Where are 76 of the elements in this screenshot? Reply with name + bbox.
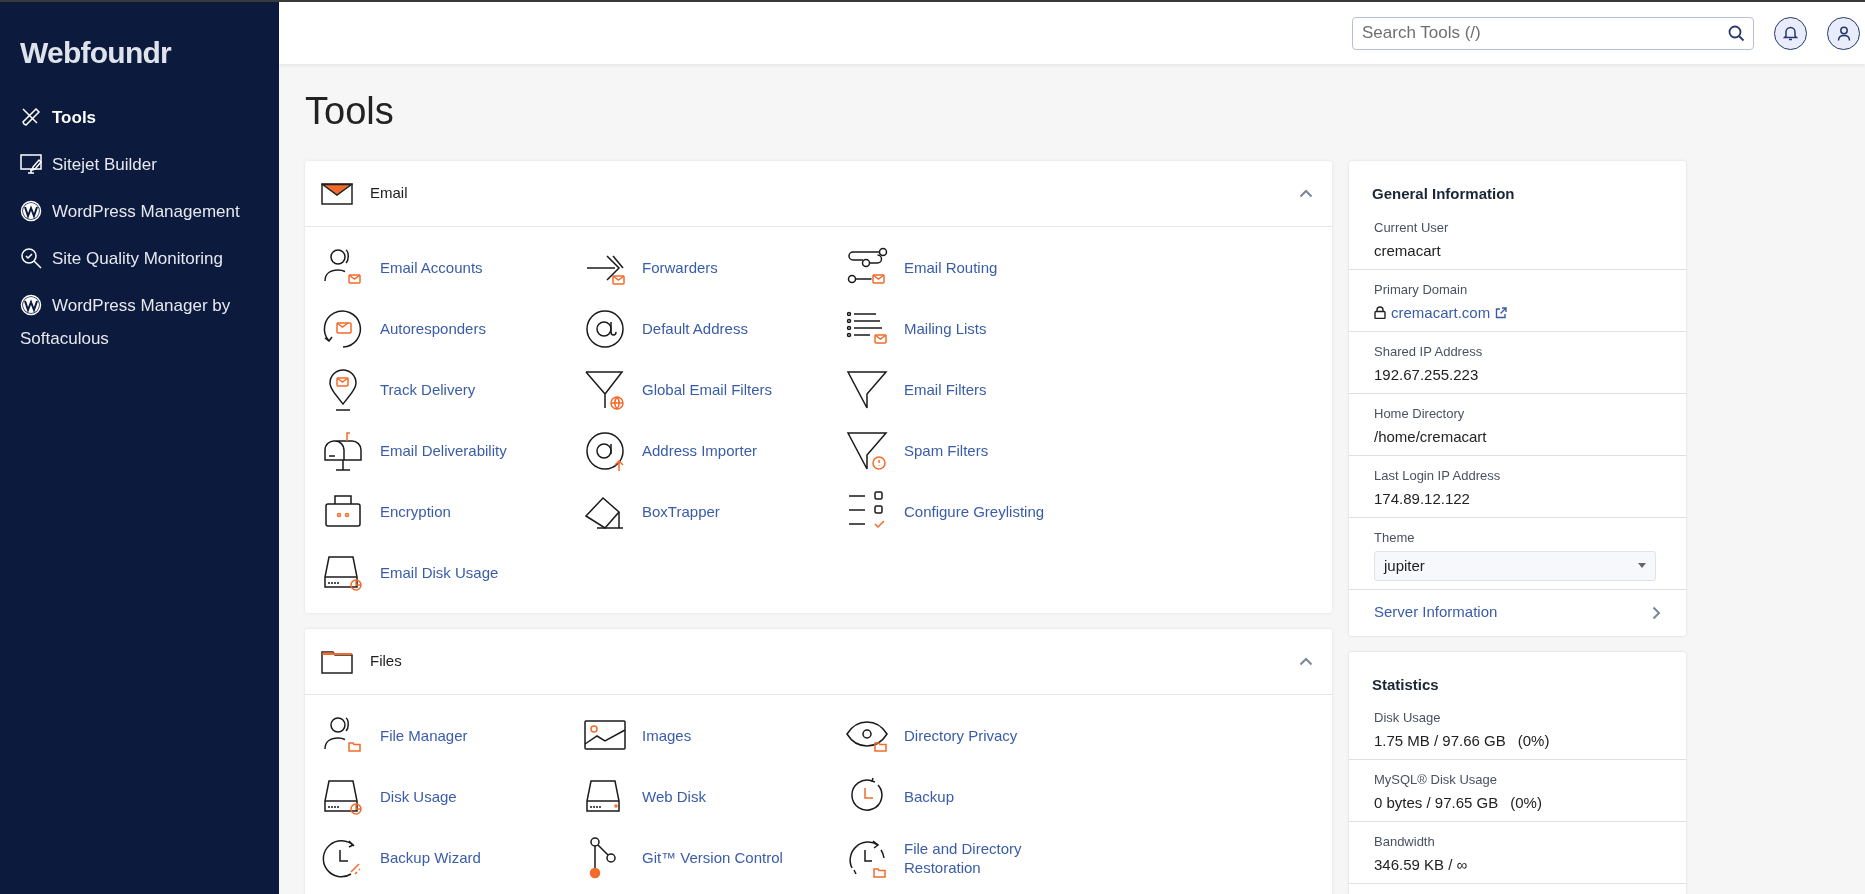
field-label: Shared IP Address (1374, 343, 1484, 360)
stat-label: MySQL® Disk Usage (1374, 772, 1498, 788)
tool-link[interactable]: Email Accounts (321, 237, 583, 298)
user-icon (1836, 25, 1851, 41)
tool-link[interactable]: Email Routing (845, 237, 1107, 298)
tool-link[interactable]: Track Delivery (321, 359, 583, 420)
stat-label: Bandwidth (1374, 834, 1436, 850)
domain-link[interactable]: cremacart.com (1391, 302, 1491, 323)
page-title: Tools (305, 89, 395, 134)
stat-percent: (0%) (1517, 731, 1550, 751)
dropdown-caret-icon (1638, 563, 1646, 568)
tool-link[interactable]: Images (583, 705, 845, 766)
tool-link[interactable]: Web Disk (583, 766, 845, 827)
tool-link[interactable]: BoxTrapper (583, 481, 845, 542)
tools-icon (20, 106, 42, 128)
tool-link[interactable]: Backup (845, 766, 1107, 827)
tool-link[interactable]: Forwarders (583, 237, 845, 298)
tool-link[interactable]: Spam Filters (845, 420, 1107, 481)
field-label: Primary Domain (1374, 281, 1469, 298)
card-title: General Information (1371, 184, 1516, 204)
theme-select[interactable]: jupiter (1374, 550, 1656, 581)
field-value: /home/cremacart (1374, 426, 1488, 447)
chevron-up-icon (1299, 657, 1313, 666)
monitor-pen-icon (20, 153, 42, 175)
tool-link[interactable]: Email Filters (845, 359, 1107, 420)
tool-link[interactable]: Email Disk Usage (321, 542, 583, 603)
stat-value: 0 bytes / 97.65 GB (1374, 793, 1499, 813)
lock-icon (1374, 306, 1386, 319)
search-icon (1728, 24, 1745, 42)
field-value: 174.89.12.122 (1374, 488, 1471, 509)
sidebar-item[interactable]: WordPress Manager by Softaculous (0, 282, 279, 362)
user-button[interactable] (1827, 16, 1860, 50)
tool-link[interactable]: Address Importer (583, 420, 845, 481)
field-label: Home Directory (1374, 405, 1466, 422)
chevron-right-icon (1652, 605, 1661, 620)
sidebar-item[interactable]: Tools (0, 94, 279, 141)
tool-link[interactable]: File Manager (321, 705, 583, 766)
search-field[interactable]: Search Tools (/) (1352, 16, 1754, 50)
sidebar-item[interactable]: WordPress Management (0, 188, 279, 235)
wordpress-logo-icon (20, 294, 42, 316)
tool-link[interactable]: Mailing Lists (845, 298, 1107, 359)
tool-link[interactable]: Encryption (321, 481, 583, 542)
tool-link[interactable]: Directory Privacy (845, 705, 1107, 766)
field-label: Last Login IP Address (1374, 467, 1502, 484)
card-title: Statistics (1371, 674, 1440, 695)
field-value: 192.67.255.223 (1374, 364, 1480, 385)
magnifier-check-icon (20, 247, 42, 269)
tool-link[interactable]: Autoresponders (321, 298, 583, 359)
tool-link[interactable]: Default Address (583, 298, 845, 359)
envelope-icon (321, 180, 353, 207)
tool-link[interactable]: Global Email Filters (583, 359, 845, 420)
field-label: Current User (1374, 219, 1450, 236)
sidebar-item[interactable]: Sitejet Builder (0, 141, 279, 188)
section-title: Email (370, 183, 409, 204)
tool-link[interactable]: Git™ Version Control (583, 827, 845, 888)
wordpress-logo-icon (20, 200, 42, 222)
tool-link[interactable]: Email Deliverability (321, 420, 583, 481)
bell-icon (1783, 25, 1798, 41)
external-link-icon (1495, 306, 1508, 319)
notifications-button[interactable] (1774, 16, 1807, 50)
stat-value: 1.75 MB / 97.66 GB (1374, 731, 1506, 751)
stat-percent: (0%) (1510, 793, 1542, 813)
tool-link[interactable]: Disk Usage (321, 766, 583, 827)
stat-value: 346.59 KB / ∞ (1374, 855, 1468, 875)
tool-link[interactable]: Backup Wizard (321, 827, 583, 888)
section-title: Files (370, 651, 403, 672)
chevron-up-icon (1299, 189, 1313, 198)
tool-link[interactable]: Configure Greylisting (845, 481, 1107, 542)
sidebar-item[interactable]: Site Quality Monitoring (0, 235, 279, 282)
server-information-link[interactable]: Server Information (1349, 589, 1686, 636)
field-label: Theme (1374, 529, 1416, 546)
tool-link[interactable]: File and Directory Restoration (845, 827, 1107, 888)
stat-label: Disk Usage (1374, 710, 1442, 726)
folder-icon (321, 648, 353, 675)
logo[interactable]: Webfoundr (20, 36, 171, 69)
field-value: cremacart (1374, 240, 1442, 261)
